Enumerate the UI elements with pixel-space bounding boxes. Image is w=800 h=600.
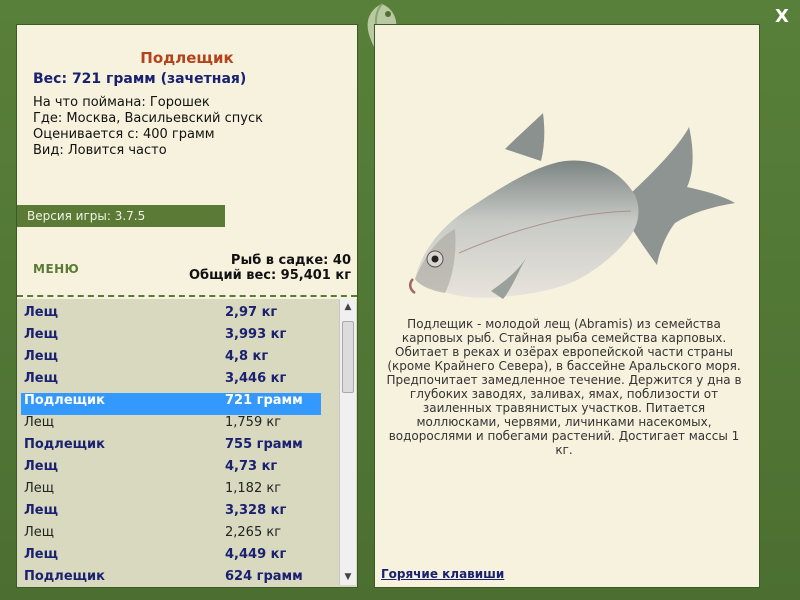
catch-row-weight: 1,759 кг — [225, 415, 282, 430]
catch-row-weight: 2,265 кг — [225, 525, 282, 540]
fish-description: Подлещик - молодой лещ (Abramis) из семе… — [386, 317, 742, 457]
catch-row-name: Лещ — [24, 525, 55, 540]
fish-title: Подлещик — [140, 49, 234, 67]
version-label: Версия игры: 3.7.5 — [17, 205, 225, 227]
catch-list[interactable]: Лещ 2,97 кг Лещ 3,993 кг Лещ 4,8 кг Лещ 3,446 к… — [17, 299, 357, 587]
fish-weight: Вес: 721 грамм (зачетная) — [33, 71, 247, 87]
catch-row[interactable]: Лещ 4,8 кг — [21, 349, 321, 371]
catch-row[interactable]: Лещ 4,73 кг — [21, 459, 321, 481]
catch-row-weight: 4,73 кг — [225, 459, 278, 474]
catch-row-name: Подлещик — [24, 437, 105, 452]
catch-row-weight: 2,97 кг — [225, 305, 278, 320]
catch-row-name: Лещ — [24, 415, 55, 430]
list-scrollbar[interactable]: ▲ ▼ — [339, 299, 356, 585]
catch-row[interactable]: Лещ 3,446 кг — [21, 371, 321, 393]
catch-row-name: Лещ — [24, 349, 58, 364]
hotkeys-link[interactable]: Горячие клавиши — [381, 567, 504, 581]
location-info: Где: Москва, Васильевский спуск — [33, 111, 263, 126]
catch-row-weight: 3,993 кг — [225, 327, 287, 342]
catch-row-weight: 4,8 кг — [225, 349, 269, 364]
catch-row[interactable]: Лещ 3,328 кг — [21, 503, 321, 525]
catch-row[interactable]: Лещ 2,265 кг — [21, 525, 321, 547]
left-panel: Подлещик Вес: 721 грамм (зачетная) На чт… — [16, 24, 358, 588]
catch-row[interactable]: Лещ 2,97 кг — [21, 305, 321, 327]
catch-row[interactable]: Подлещик 624 грамм — [21, 569, 321, 587]
catch-row-name: Подлещик — [24, 393, 105, 408]
catch-row-name: Подлещик — [24, 569, 105, 584]
catch-row-weight: 721 грамм — [225, 393, 303, 408]
close-icon: X — [775, 6, 789, 27]
total-weight: Общий вес: 95,401 кг — [188, 268, 351, 283]
menu-button[interactable]: МЕНЮ — [33, 262, 79, 276]
bait-info: На что поймана: Горошек — [33, 95, 210, 110]
fish-count: Рыб в садке: 40 — [230, 253, 351, 268]
catch-row-weight: 3,328 кг — [225, 503, 287, 518]
catch-row-weight: 755 грамм — [225, 437, 303, 452]
catch-row-name: Лещ — [24, 459, 58, 474]
catch-row[interactable]: Подлещик 755 грамм — [21, 437, 321, 459]
rating-info: Оценивается с: 400 грамм — [33, 127, 215, 142]
catch-row-name: Лещ — [24, 371, 58, 386]
divider — [17, 295, 357, 297]
catch-row-weight: 3,446 кг — [225, 371, 287, 386]
catch-row-name: Лещ — [24, 305, 58, 320]
catch-row[interactable]: Лещ 1,759 кг — [21, 415, 321, 437]
scroll-thumb[interactable] — [342, 321, 354, 393]
close-button[interactable]: X — [771, 6, 793, 28]
catch-row[interactable]: Лещ 1,182 кг — [21, 481, 321, 503]
catch-row-weight: 4,449 кг — [225, 547, 287, 562]
kind-info: Вид: Ловится часто — [33, 143, 167, 158]
scroll-down-icon[interactable]: ▼ — [340, 569, 356, 585]
catch-row[interactable]: Лещ 3,993 кг — [21, 327, 321, 349]
bream-illustration — [409, 113, 735, 299]
scroll-up-icon[interactable]: ▲ — [340, 299, 356, 315]
catch-row-name: Лещ — [24, 503, 58, 518]
right-panel: Подлещик - молодой лещ (Abramis) из семе… — [374, 24, 760, 588]
catch-row-name: Лещ — [24, 547, 58, 562]
catch-row-name: Лещ — [24, 327, 58, 342]
game-window: X Подлещик Вес: 721 грамм (зачетная) На … — [0, 0, 800, 600]
catch-row-name: Лещ — [24, 481, 55, 496]
catch-stats: Рыб в садке: 40 Общий вес: 95,401 кг — [189, 253, 351, 283]
catch-row[interactable]: Лещ 4,449 кг — [21, 547, 321, 569]
catch-row-weight: 1,182 кг — [225, 481, 282, 496]
catch-row[interactable]: Подлещик 721 грамм — [21, 393, 321, 415]
catch-row-weight: 624 грамм — [225, 569, 303, 584]
